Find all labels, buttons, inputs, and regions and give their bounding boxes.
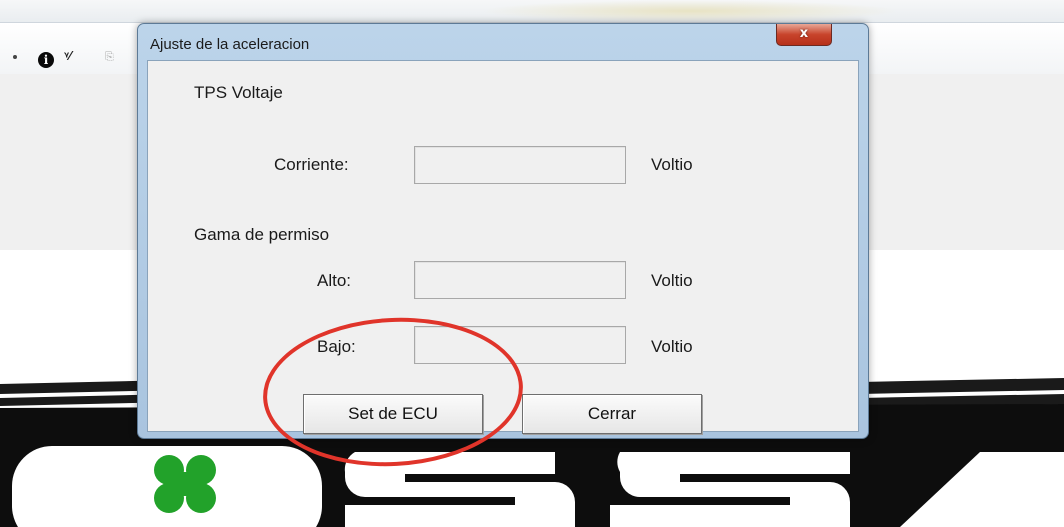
dialog-title: Ajuste de la aceleracion (150, 36, 310, 53)
high-voltage-field[interactable] (414, 261, 626, 299)
close-icon: x (799, 26, 809, 41)
info-icon[interactable]: i (38, 52, 54, 68)
close-window-button[interactable]: x (776, 24, 832, 46)
tool-icon[interactable]: ᵞ⁄ (64, 49, 71, 63)
company-logo (12, 446, 1064, 527)
current-unit-label: Voltio (651, 155, 693, 174)
current-label: Corriente: (274, 155, 349, 174)
high-unit-label: Voltio (651, 271, 693, 290)
current-voltage-field[interactable] (414, 146, 626, 184)
close-dialog-button[interactable]: Cerrar (522, 394, 702, 434)
tool2-icon[interactable]: ⎘ (105, 50, 114, 64)
range-section-label: Gama de permiso (194, 225, 330, 244)
tps-section-label: TPS Voltaje (194, 83, 283, 102)
app-title-glow (480, 0, 900, 22)
toolbar-dot-icon (13, 55, 17, 59)
low-unit-label: Voltio (651, 337, 693, 356)
high-label: Alto: (317, 271, 352, 290)
